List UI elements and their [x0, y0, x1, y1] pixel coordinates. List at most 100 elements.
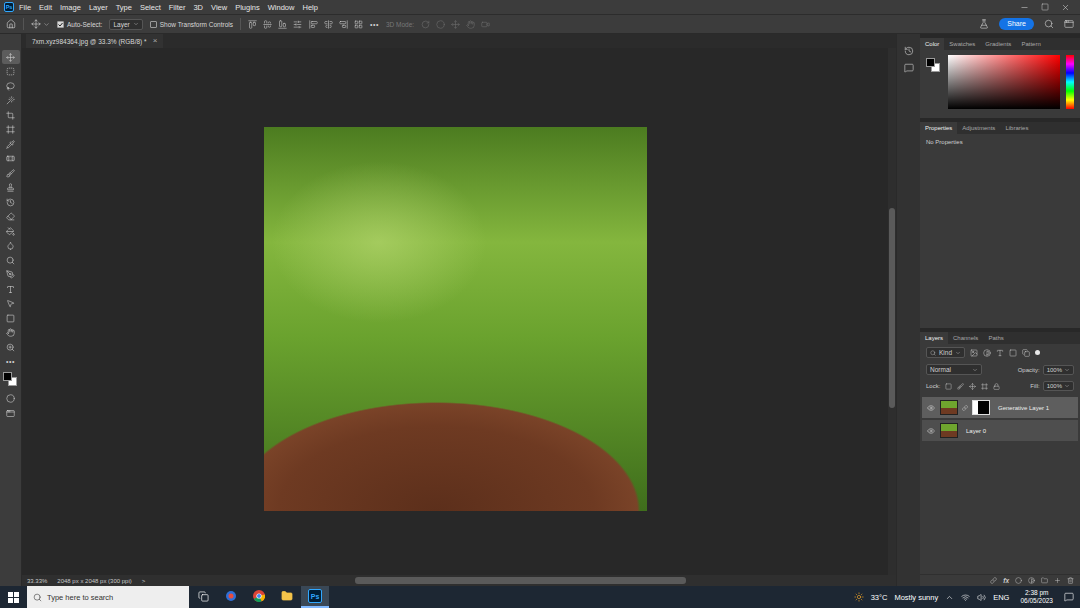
share-button[interactable]: Share — [999, 18, 1034, 30]
document-tab[interactable]: 7xm.xyz984364.jpg @ 33.3% (RGB/8) *× — [26, 34, 163, 48]
move-tool-icon[interactable] — [31, 19, 41, 29]
canvas-image[interactable] — [264, 127, 647, 511]
zoom-tool-icon[interactable] — [6, 343, 15, 352]
eyedropper-tool-icon[interactable] — [6, 140, 15, 149]
taskbar-app[interactable] — [189, 586, 217, 608]
adjustment-filter-icon[interactable] — [983, 349, 991, 357]
layer-style-button[interactable]: fx — [1003, 577, 1009, 584]
notifications-icon[interactable] — [1064, 592, 1074, 602]
link-layers-icon[interactable] — [990, 577, 997, 584]
align-bottom-icon[interactable] — [339, 20, 348, 29]
tool-preset-icon[interactable] — [43, 21, 50, 28]
quick-mask-icon[interactable] — [6, 394, 15, 403]
start-button[interactable] — [0, 586, 27, 608]
fill-field[interactable]: 100% — [1043, 381, 1074, 391]
chrome-icon[interactable] — [253, 590, 265, 602]
panel-tab[interactable]: Adjustments — [957, 122, 1000, 134]
color-swatches[interactable] — [926, 58, 942, 74]
lock-pixels-icon[interactable] — [957, 383, 964, 390]
tool-button[interactable] — [2, 50, 20, 64]
taskbar-search[interactable]: Type here to search — [27, 586, 189, 608]
opacity-field[interactable]: 100% — [1043, 365, 1074, 375]
tool-button[interactable] — [2, 253, 20, 267]
path-select-icon[interactable] — [6, 299, 15, 308]
panel-tab[interactable]: Paths — [983, 332, 1008, 344]
tool-button[interactable] — [2, 152, 20, 166]
new-group-icon[interactable] — [1041, 577, 1048, 584]
menu-item[interactable]: Window — [265, 3, 298, 12]
pixel-filter-icon[interactable] — [970, 349, 978, 357]
new-layer-icon[interactable] — [1054, 577, 1061, 584]
foreground-swatch[interactable] — [926, 58, 935, 67]
tool-button[interactable] — [2, 224, 20, 238]
close-icon[interactable] — [1061, 3, 1070, 12]
more-options-button[interactable]: ••• — [370, 21, 379, 28]
blur-tool-icon[interactable] — [6, 241, 15, 250]
menu-item[interactable]: Plugins — [232, 3, 263, 12]
visibility-toggle[interactable] — [926, 404, 936, 412]
network-icon[interactable] — [961, 593, 970, 602]
tool-button[interactable] — [2, 297, 20, 311]
eye-icon[interactable] — [927, 427, 935, 435]
menu-item[interactable]: File — [16, 3, 34, 12]
distribute-spacing-icon[interactable] — [354, 20, 363, 29]
hue-slider[interactable] — [1066, 55, 1074, 109]
filter-toggle[interactable] — [1035, 350, 1040, 355]
flask-icon[interactable] — [979, 19, 989, 29]
tool-button[interactable] — [2, 137, 20, 151]
show-transform-controls-checkbox[interactable]: Show Transform Controls — [150, 21, 233, 28]
taskbar-app[interactable] — [273, 586, 301, 608]
search-icon[interactable] — [930, 350, 936, 356]
show-hidden-icons-icon[interactable] — [945, 593, 954, 602]
menu-item[interactable]: Image — [57, 3, 84, 12]
input-language[interactable]: ENG — [993, 593, 1009, 602]
align-top-icon[interactable] — [309, 20, 318, 29]
mask-thumbnail[interactable] — [972, 400, 990, 415]
file-explorer-icon[interactable] — [281, 590, 293, 602]
menu-item[interactable]: Edit — [36, 3, 55, 12]
maximize-icon[interactable] — [1041, 3, 1049, 11]
color-picker-field[interactable] — [948, 55, 1060, 109]
shape-filter-icon[interactable] — [1009, 349, 1017, 357]
auto-select-target-dropdown[interactable]: Layer — [109, 19, 142, 30]
layer-row[interactable]: Layer 0 — [922, 420, 1078, 441]
checkbox[interactable] — [150, 21, 157, 28]
eye-icon[interactable] — [927, 404, 935, 412]
marquee-tool-icon[interactable] — [6, 67, 15, 76]
chevron-down-icon[interactable] — [1064, 367, 1070, 373]
menu-item[interactable]: Select — [137, 3, 164, 12]
smart-object-filter-icon[interactable] — [1022, 349, 1030, 357]
history-brush-icon[interactable] — [6, 198, 15, 207]
tool-button[interactable] — [2, 108, 20, 122]
clone-stamp-icon[interactable] — [6, 183, 15, 192]
chevron-down-icon[interactable] — [1064, 383, 1070, 389]
tool-button[interactable] — [2, 268, 20, 282]
screen-mode-button[interactable] — [2, 406, 20, 420]
chevron-down-icon[interactable] — [955, 350, 961, 356]
app-icon[interactable] — [225, 590, 237, 602]
menu-item[interactable]: Layer — [86, 3, 111, 12]
rectangle-tool-icon[interactable] — [6, 314, 15, 323]
delete-layer-icon[interactable] — [1067, 577, 1074, 584]
menu-item[interactable]: Filter — [166, 3, 189, 12]
checkbox[interactable] — [57, 21, 64, 28]
workspace-icon[interactable] — [1064, 19, 1074, 29]
align-middle-icon[interactable] — [324, 20, 333, 29]
color-swatches[interactable] — [3, 372, 19, 388]
tool-button[interactable] — [2, 326, 20, 340]
lock-transparency-icon[interactable] — [945, 383, 952, 390]
tool-button[interactable] — [2, 340, 20, 354]
mask-link-icon[interactable] — [962, 405, 968, 411]
tool-button[interactable] — [2, 239, 20, 253]
quick-select-tool-icon[interactable] — [6, 96, 15, 105]
tool-button[interactable] — [2, 166, 20, 180]
healing-brush-icon[interactable] — [6, 154, 15, 163]
align-right-icon[interactable] — [278, 20, 287, 29]
menu-item[interactable]: Type — [113, 3, 135, 12]
distribute-icon[interactable] — [293, 20, 302, 29]
tool-button[interactable] — [2, 123, 20, 137]
crop-tool-icon[interactable] — [6, 111, 15, 120]
tool-button[interactable] — [2, 181, 20, 195]
photoshop-logo[interactable]: Ps — [308, 589, 322, 603]
move-tool-icon[interactable] — [6, 53, 15, 62]
